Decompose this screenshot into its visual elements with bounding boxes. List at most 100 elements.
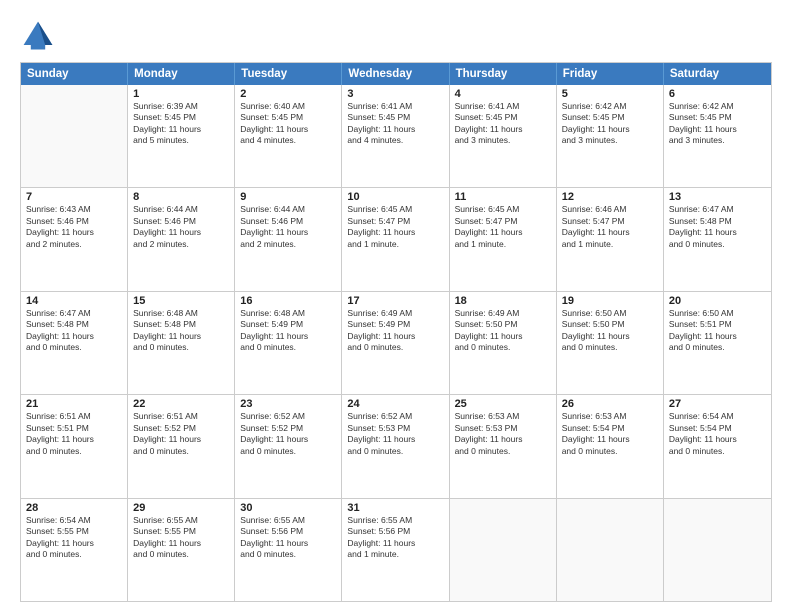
calendar-cell-r1c2: 9Sunrise: 6:44 AMSunset: 5:46 PMDaylight… xyxy=(235,188,342,290)
cell-info-line: Sunrise: 6:53 AM xyxy=(562,411,658,422)
cell-info-line: Daylight: 11 hours xyxy=(133,538,229,549)
calendar-header: SundayMondayTuesdayWednesdayThursdayFrid… xyxy=(21,63,771,85)
cell-info-line: Sunset: 5:50 PM xyxy=(455,319,551,330)
cell-info-line: Daylight: 11 hours xyxy=(669,331,766,342)
cell-info-line: Sunset: 5:45 PM xyxy=(562,112,658,123)
day-number: 27 xyxy=(669,398,766,410)
cell-info-line: and 0 minutes. xyxy=(455,342,551,353)
calendar-cell-r4c2: 30Sunrise: 6:55 AMSunset: 5:56 PMDayligh… xyxy=(235,499,342,601)
day-number: 1 xyxy=(133,88,229,100)
calendar-cell-r1c1: 8Sunrise: 6:44 AMSunset: 5:46 PMDaylight… xyxy=(128,188,235,290)
cell-info-line: and 0 minutes. xyxy=(347,446,443,457)
cell-info-line: Sunrise: 6:44 AM xyxy=(133,204,229,215)
cell-info-line: Sunset: 5:52 PM xyxy=(240,423,336,434)
cell-info-line: and 0 minutes. xyxy=(240,342,336,353)
cell-info-line: Daylight: 11 hours xyxy=(133,434,229,445)
cell-info-line: Daylight: 11 hours xyxy=(455,331,551,342)
cell-info-line: Sunset: 5:51 PM xyxy=(669,319,766,330)
weekday-header-sunday: Sunday xyxy=(21,63,128,85)
calendar-row-2: 14Sunrise: 6:47 AMSunset: 5:48 PMDayligh… xyxy=(21,291,771,394)
cell-info-line: and 0 minutes. xyxy=(26,342,122,353)
calendar-cell-r2c0: 14Sunrise: 6:47 AMSunset: 5:48 PMDayligh… xyxy=(21,292,128,394)
cell-info-line: and 3 minutes. xyxy=(455,135,551,146)
cell-info-line: and 2 minutes. xyxy=(133,239,229,250)
cell-info-line: Sunset: 5:53 PM xyxy=(347,423,443,434)
weekday-header-friday: Friday xyxy=(557,63,664,85)
cell-info-line: Sunset: 5:48 PM xyxy=(26,319,122,330)
cell-info-line: and 0 minutes. xyxy=(669,446,766,457)
cell-info-line: and 4 minutes. xyxy=(347,135,443,146)
cell-info-line: Sunset: 5:48 PM xyxy=(133,319,229,330)
cell-info-line: Sunset: 5:48 PM xyxy=(669,216,766,227)
day-number: 3 xyxy=(347,88,443,100)
day-number: 4 xyxy=(455,88,551,100)
cell-info-line: Sunset: 5:47 PM xyxy=(562,216,658,227)
cell-info-line: Sunrise: 6:50 AM xyxy=(669,308,766,319)
cell-info-line: Daylight: 11 hours xyxy=(347,227,443,238)
cell-info-line: Sunset: 5:45 PM xyxy=(347,112,443,123)
cell-info-line: Sunset: 5:46 PM xyxy=(26,216,122,227)
cell-info-line: Daylight: 11 hours xyxy=(26,434,122,445)
calendar-cell-r2c6: 20Sunrise: 6:50 AMSunset: 5:51 PMDayligh… xyxy=(664,292,771,394)
calendar-row-0: 1Sunrise: 6:39 AMSunset: 5:45 PMDaylight… xyxy=(21,85,771,187)
day-number: 2 xyxy=(240,88,336,100)
cell-info-line: and 0 minutes. xyxy=(240,549,336,560)
day-number: 13 xyxy=(669,191,766,203)
calendar-cell-r1c5: 12Sunrise: 6:46 AMSunset: 5:47 PMDayligh… xyxy=(557,188,664,290)
calendar-cell-r0c2: 2Sunrise: 6:40 AMSunset: 5:45 PMDaylight… xyxy=(235,85,342,187)
header xyxy=(20,18,772,54)
cell-info-line: and 0 minutes. xyxy=(455,446,551,457)
cell-info-line: and 0 minutes. xyxy=(669,342,766,353)
cell-info-line: Sunrise: 6:51 AM xyxy=(133,411,229,422)
cell-info-line: and 0 minutes. xyxy=(26,549,122,560)
calendar-cell-r0c6: 6Sunrise: 6:42 AMSunset: 5:45 PMDaylight… xyxy=(664,85,771,187)
cell-info-line: Daylight: 11 hours xyxy=(26,227,122,238)
cell-info-line: Sunrise: 6:55 AM xyxy=(240,515,336,526)
cell-info-line: Daylight: 11 hours xyxy=(455,124,551,135)
cell-info-line: Sunrise: 6:42 AM xyxy=(669,101,766,112)
calendar-cell-r0c5: 5Sunrise: 6:42 AMSunset: 5:45 PMDaylight… xyxy=(557,85,664,187)
cell-info-line: Sunset: 5:47 PM xyxy=(455,216,551,227)
cell-info-line: and 0 minutes. xyxy=(347,342,443,353)
cell-info-line: and 1 minute. xyxy=(455,239,551,250)
calendar-cell-r4c0: 28Sunrise: 6:54 AMSunset: 5:55 PMDayligh… xyxy=(21,499,128,601)
cell-info-line: and 0 minutes. xyxy=(133,446,229,457)
cell-info-line: Daylight: 11 hours xyxy=(240,331,336,342)
weekday-header-wednesday: Wednesday xyxy=(342,63,449,85)
weekday-header-tuesday: Tuesday xyxy=(235,63,342,85)
cell-info-line: Sunrise: 6:42 AM xyxy=(562,101,658,112)
calendar: SundayMondayTuesdayWednesdayThursdayFrid… xyxy=(20,62,772,602)
cell-info-line: Daylight: 11 hours xyxy=(562,331,658,342)
cell-info-line: Sunrise: 6:40 AM xyxy=(240,101,336,112)
cell-info-line: Daylight: 11 hours xyxy=(240,124,336,135)
calendar-cell-r3c1: 22Sunrise: 6:51 AMSunset: 5:52 PMDayligh… xyxy=(128,395,235,497)
cell-info-line: and 0 minutes. xyxy=(26,446,122,457)
cell-info-line: Daylight: 11 hours xyxy=(669,434,766,445)
day-number: 21 xyxy=(26,398,122,410)
calendar-cell-r0c4: 4Sunrise: 6:41 AMSunset: 5:45 PMDaylight… xyxy=(450,85,557,187)
day-number: 31 xyxy=(347,502,443,514)
cell-info-line: Sunset: 5:45 PM xyxy=(133,112,229,123)
cell-info-line: Daylight: 11 hours xyxy=(133,124,229,135)
cell-info-line: Daylight: 11 hours xyxy=(133,331,229,342)
calendar-cell-r1c3: 10Sunrise: 6:45 AMSunset: 5:47 PMDayligh… xyxy=(342,188,449,290)
day-number: 17 xyxy=(347,295,443,307)
calendar-cell-r4c3: 31Sunrise: 6:55 AMSunset: 5:56 PMDayligh… xyxy=(342,499,449,601)
calendar-row-3: 21Sunrise: 6:51 AMSunset: 5:51 PMDayligh… xyxy=(21,394,771,497)
cell-info-line: Sunrise: 6:44 AM xyxy=(240,204,336,215)
day-number: 14 xyxy=(26,295,122,307)
day-number: 12 xyxy=(562,191,658,203)
calendar-cell-r1c6: 13Sunrise: 6:47 AMSunset: 5:48 PMDayligh… xyxy=(664,188,771,290)
cell-info-line: Sunset: 5:45 PM xyxy=(669,112,766,123)
cell-info-line: Sunset: 5:56 PM xyxy=(240,526,336,537)
day-number: 16 xyxy=(240,295,336,307)
calendar-cell-r0c0 xyxy=(21,85,128,187)
day-number: 23 xyxy=(240,398,336,410)
cell-info-line: and 5 minutes. xyxy=(133,135,229,146)
cell-info-line: and 3 minutes. xyxy=(669,135,766,146)
cell-info-line: Sunset: 5:46 PM xyxy=(133,216,229,227)
calendar-cell-r0c3: 3Sunrise: 6:41 AMSunset: 5:45 PMDaylight… xyxy=(342,85,449,187)
calendar-row-4: 28Sunrise: 6:54 AMSunset: 5:55 PMDayligh… xyxy=(21,498,771,601)
cell-info-line: Sunrise: 6:55 AM xyxy=(347,515,443,526)
calendar-cell-r1c4: 11Sunrise: 6:45 AMSunset: 5:47 PMDayligh… xyxy=(450,188,557,290)
